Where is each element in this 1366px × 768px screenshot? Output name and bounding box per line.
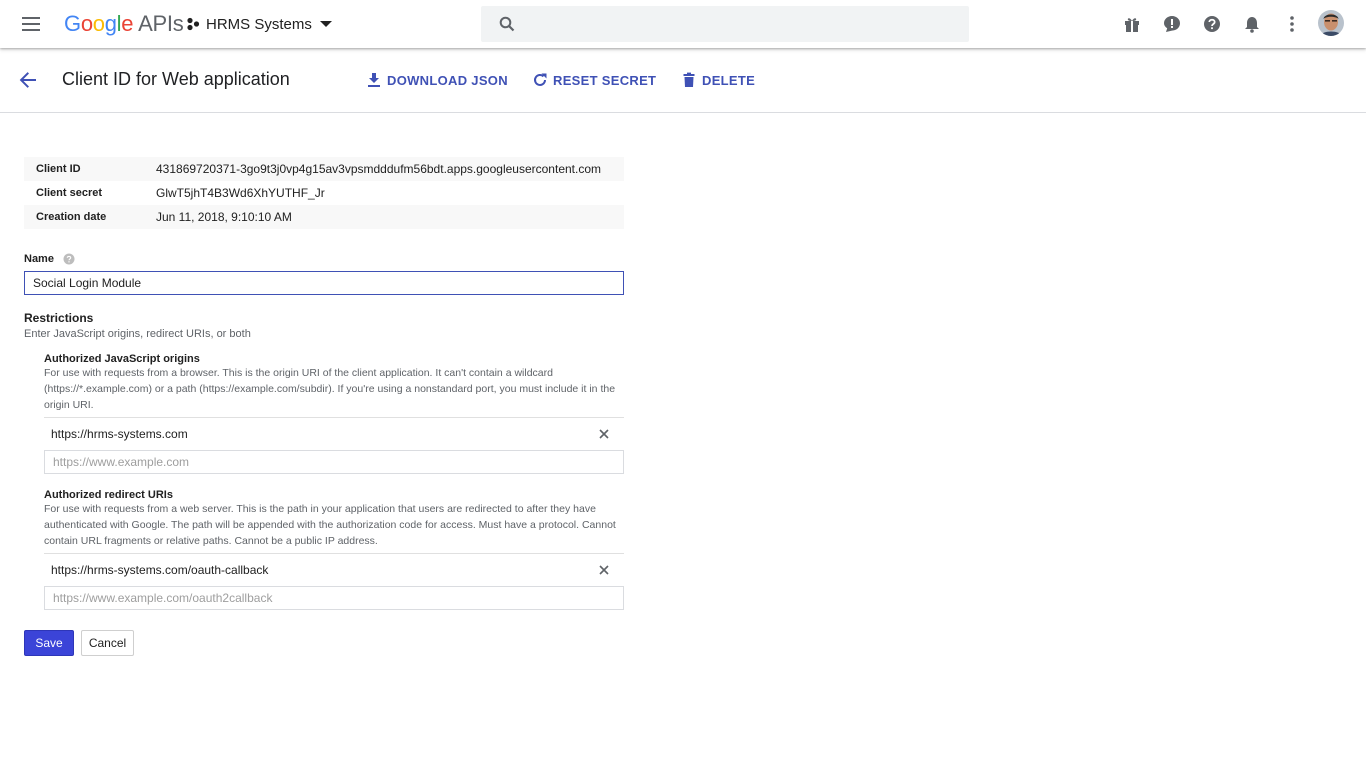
redirect-uris-description: For use with requests from a web server.… — [44, 503, 616, 547]
search-input[interactable] — [529, 6, 959, 42]
close-icon[interactable] — [598, 564, 610, 576]
js-origin-input[interactable] — [44, 450, 624, 474]
name-label-row: Name — [24, 253, 75, 265]
close-icon[interactable] — [598, 428, 610, 440]
delete-button[interactable]: DELETE — [681, 72, 755, 88]
gift-icon[interactable] — [1122, 14, 1142, 34]
page-title: Client ID for Web application — [62, 69, 290, 89]
avatar-image — [1318, 10, 1344, 36]
js-origins-title: Authorized JavaScript origins — [44, 353, 200, 365]
google-apis-logo[interactable]: Google APIs — [64, 11, 184, 37]
download-json-button[interactable]: DOWNLOAD JSON — [366, 72, 508, 88]
save-button[interactable]: Save — [24, 630, 74, 656]
client-info-table: Client ID 431869720371-3go9t3j0vp4g15av3… — [24, 157, 624, 229]
notifications-icon[interactable] — [1242, 14, 1262, 34]
project-dots-icon — [187, 17, 200, 31]
avatar[interactable] — [1318, 10, 1344, 36]
dropdown-arrow-icon — [319, 21, 332, 27]
client-id-value: 431869720371-3go9t3j0vp4g15av3vpsmdddufm… — [156, 162, 602, 176]
trash-icon — [683, 72, 695, 87]
js-origins-description: For use with requests from a browser. Th… — [44, 367, 616, 411]
redirect-uri-input[interactable] — [44, 586, 624, 610]
creation-date-row: Creation date Jun 11, 2018, 9:10:10 AM — [24, 205, 624, 229]
creation-date-label: Creation date — [36, 211, 107, 223]
redirect-uri-value: https://hrms-systems.com/oauth-callback — [51, 562, 269, 577]
client-id-label: Client ID — [36, 163, 81, 175]
restrictions-subtitle: Enter JavaScript origins, redirect URIs,… — [24, 328, 251, 340]
creation-date-value: Jun 11, 2018, 9:10:10 AM — [156, 210, 292, 224]
client-id-row: Client ID 431869720371-3go9t3j0vp4g15av3… — [24, 157, 624, 181]
search-bar[interactable] — [481, 6, 969, 42]
page-header: Client ID for Web application DOWNLOAD J… — [0, 48, 1366, 113]
reset-secret-button[interactable]: RESET SECRET — [532, 72, 656, 88]
js-origin-entry: https://hrms-systems.com — [44, 417, 624, 449]
cancel-button[interactable]: Cancel — [81, 630, 134, 656]
name-label: Name — [24, 253, 54, 265]
project-selector[interactable]: HRMS Systems — [186, 12, 332, 36]
top-app-bar: Google APIs HRMS Systems — [0, 0, 1366, 48]
search-icon — [499, 16, 515, 32]
client-secret-value: GlwT5jhT4B3Wd6XhYUTHF_Jr — [156, 186, 325, 200]
help-circle-icon[interactable] — [63, 253, 75, 265]
redirect-uri-entry: https://hrms-systems.com/oauth-callback — [44, 553, 624, 585]
refresh-icon — [534, 73, 547, 86]
js-origin-value: https://hrms-systems.com — [51, 426, 188, 441]
client-secret-row: Client secret GlwT5jhT4B3Wd6XhYUTHF_Jr — [24, 181, 624, 205]
more-vert-icon[interactable] — [1282, 14, 1302, 34]
project-name: HRMS Systems — [206, 15, 312, 33]
download-icon — [368, 73, 380, 87]
feedback-icon[interactable] — [1162, 14, 1182, 34]
help-icon[interactable] — [1202, 14, 1222, 34]
name-input[interactable] — [24, 271, 624, 295]
client-secret-label: Client secret — [36, 187, 103, 199]
back-arrow-icon[interactable] — [18, 70, 38, 90]
menu-icon[interactable] — [20, 14, 44, 34]
restrictions-title: Restrictions — [24, 311, 94, 325]
redirect-uris-title: Authorized redirect URIs — [44, 489, 173, 501]
